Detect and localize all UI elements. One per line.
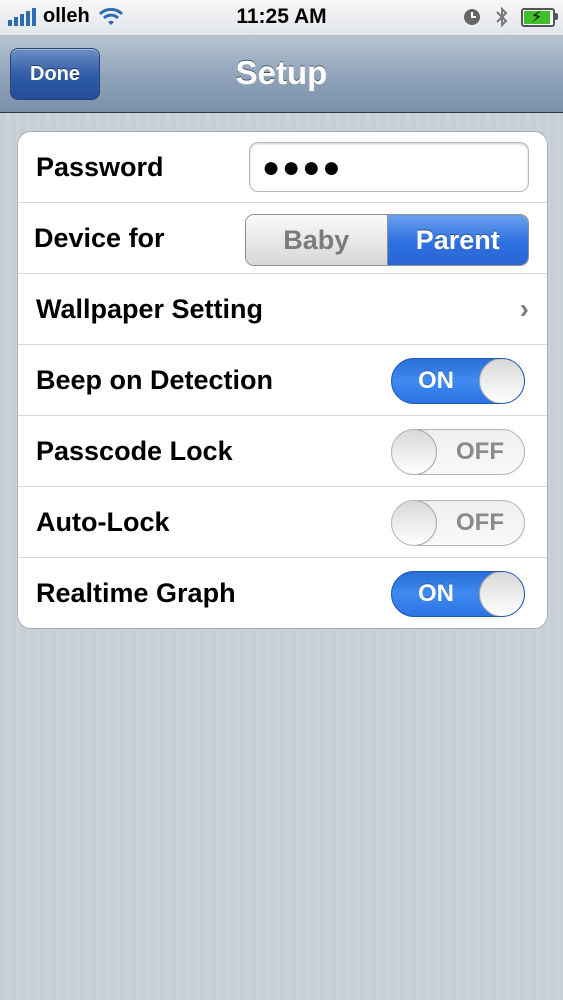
clock-icon [464,9,480,25]
toggle-knob [479,572,524,616]
auto-lock-toggle[interactable]: OFF [391,500,525,546]
chevron-right-icon: › [519,293,529,324]
toggle-state-text: ON [418,367,454,394]
auto-lock-label: Auto-Lock [36,507,170,537]
status-bar: olleh 11:25 AM ⚡ [0,0,563,36]
passcode-lock-toggle[interactable]: OFF [391,429,525,475]
battery-charging-icon: ⚡ [521,7,558,27]
wallpaper-setting-row[interactable]: Wallpaper Setting › [18,274,547,345]
passcode-lock-row: Passcode Lock OFF [18,416,547,487]
password-label: Password [36,152,164,182]
status-right: ⚡ [463,6,558,28]
segment-baby[interactable]: Baby [246,215,388,265]
settings-group: Password ●●●● Device for Baby Parent Wal… [17,131,548,629]
realtime-graph-toggle[interactable]: ON [391,571,525,617]
realtime-graph-label: Realtime Graph [36,578,236,608]
navigation-bar: Done Setup [0,36,563,113]
segment-parent[interactable]: Parent [387,215,528,265]
beep-on-detection-label: Beep on Detection [36,365,274,395]
realtime-graph-row: Realtime Graph ON [18,558,547,628]
page-title: Setup [235,54,328,91]
device-for-row: Device for Baby Parent [18,203,547,274]
toggle-knob [479,359,524,403]
wallpaper-setting-label: Wallpaper Setting [36,294,264,324]
password-field[interactable]: ●●●● [249,142,529,192]
beep-on-detection-row: Beep on Detection ON [18,345,547,416]
toggle-knob [392,430,437,474]
device-for-label: Device for [34,223,165,253]
toggle-state-text: OFF [456,438,504,465]
toggle-knob [392,501,437,545]
settings-content: Password ●●●● Device for Baby Parent Wal… [0,113,563,1000]
bluetooth-icon [496,6,508,28]
toggle-state-text: ON [418,580,454,607]
beep-on-detection-toggle[interactable]: ON [391,358,525,404]
toggle-state-text: OFF [456,509,504,536]
device-segmented-control: Baby Parent [245,214,529,266]
password-row: Password ●●●● [18,132,547,203]
auto-lock-row: Auto-Lock OFF [18,487,547,558]
passcode-lock-label: Passcode Lock [36,436,233,466]
